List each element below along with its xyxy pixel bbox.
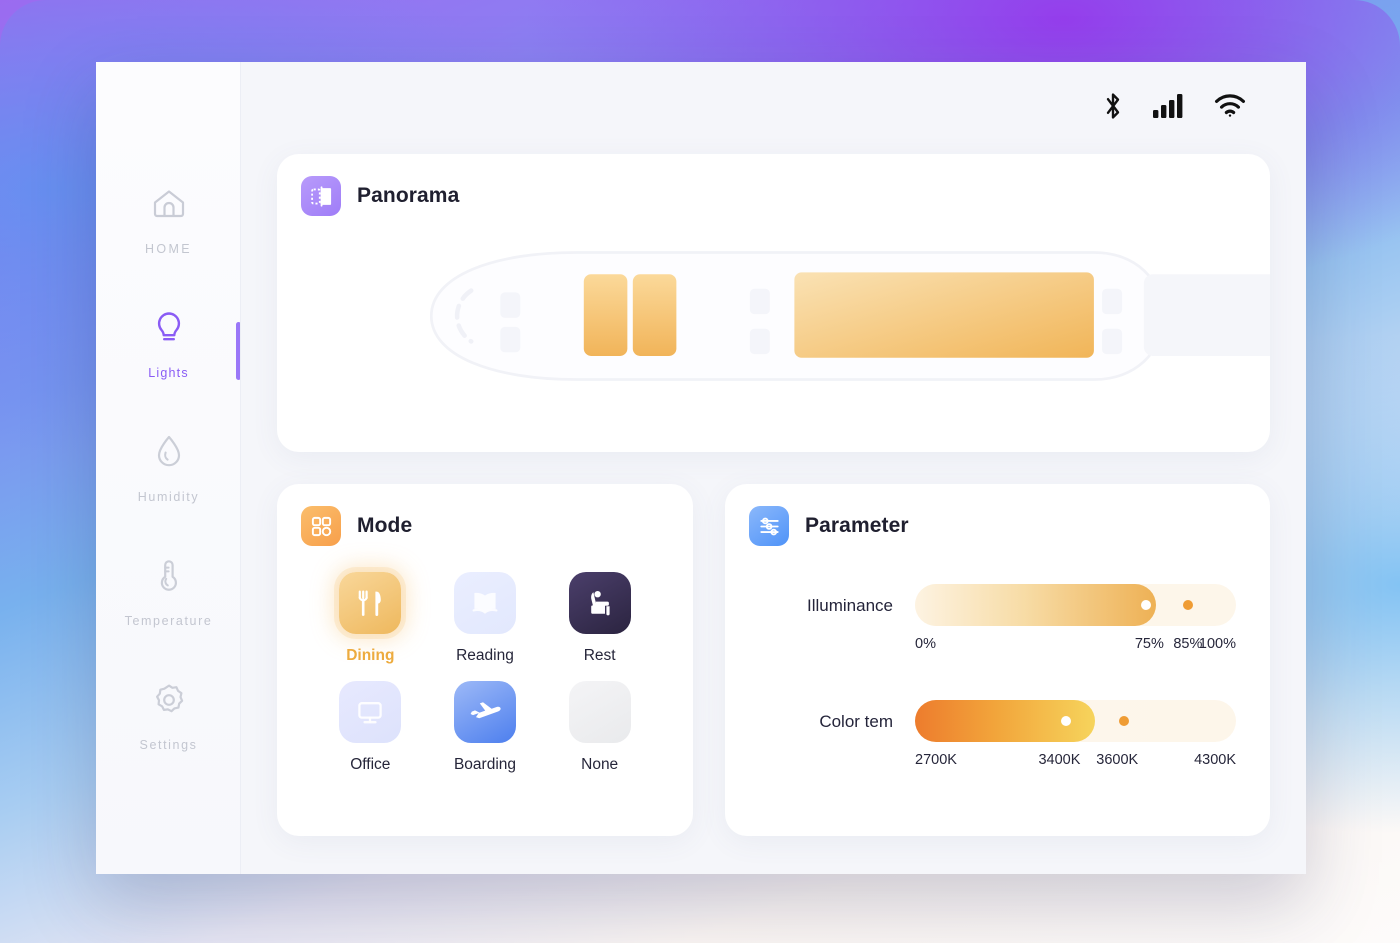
sidebar-item-humidity[interactable]: Humidity	[96, 428, 241, 552]
mode-item-none[interactable]: None	[542, 681, 657, 774]
gear-icon	[149, 676, 189, 724]
status-bar	[277, 62, 1270, 150]
sidebar-item-settings[interactable]: Settings	[96, 676, 241, 800]
parameter-card: Parameter Illuminance 0% 75% 85% 100% Co…	[725, 484, 1270, 836]
slider-label: Color tem	[819, 712, 893, 731]
mode-title: Mode	[357, 514, 413, 537]
panorama-card-header: Panorama	[277, 154, 1270, 216]
panorama-card: Panorama	[277, 154, 1306, 452]
slider-ticks: 0% 75% 85% 100%	[915, 636, 1236, 658]
parameter-card-header: Parameter	[725, 484, 1270, 546]
mode-card-header: Mode	[277, 484, 693, 546]
slider-tick: 100%	[1198, 636, 1236, 652]
sidebar-item-label: HOME	[144, 242, 193, 256]
cabin-zone-2	[632, 274, 677, 356]
mode-item-dining[interactable]: Dining	[313, 572, 428, 665]
parameter-title: Parameter	[805, 514, 909, 537]
slider-tick: 75%	[1134, 636, 1164, 652]
mode-grid: Dining Reading Rest Office Boarding None	[277, 546, 693, 774]
none-icon	[568, 681, 631, 743]
wifi-icon[interactable]	[1214, 93, 1246, 119]
slider-color-temperature: Color tem 2700K 3400K 3600K 4300K	[725, 700, 1270, 774]
grid-icon	[301, 506, 341, 546]
cabin-zone-3	[794, 272, 1094, 358]
bottom-row: Mode Dining Reading Rest Office Boarding…	[277, 484, 1270, 836]
mode-item-boarding[interactable]: Boarding	[428, 681, 543, 774]
mode-item-rest[interactable]: Rest	[542, 572, 657, 665]
cutlery-icon	[339, 572, 402, 634]
slider-ticks: 2700K 3400K 3600K 4300K	[915, 752, 1236, 774]
mode-card: Mode Dining Reading Rest Office Boarding…	[277, 484, 693, 836]
sidebar-item-label: Temperature	[124, 614, 213, 628]
slider-track[interactable]	[915, 584, 1236, 626]
sidebar-item-lights[interactable]: Lights	[96, 304, 241, 428]
mode-item-label: Dining	[346, 647, 395, 664]
slider-tick: 4300K	[1194, 752, 1236, 768]
slider-illuminance: Illuminance 0% 75% 85% 100%	[725, 584, 1270, 658]
home-icon	[150, 180, 188, 228]
monitor-icon	[339, 681, 402, 743]
mode-item-reading[interactable]: Reading	[428, 572, 543, 665]
cellular-signal-icon[interactable]	[1152, 93, 1186, 119]
slider-tick: 2700K	[915, 752, 957, 768]
seat-icon	[568, 572, 631, 634]
slider-thumb-secondary[interactable]	[1118, 716, 1129, 726]
bluetooth-icon[interactable]	[1102, 91, 1124, 121]
airplane-icon	[453, 681, 516, 743]
slider-thumb-primary[interactable]	[1060, 716, 1071, 726]
sidebar-item-label: Lights	[148, 366, 189, 380]
mode-item-label: None	[581, 756, 619, 773]
cabin-zone-1	[583, 274, 628, 356]
thermometer-icon	[150, 552, 188, 600]
sidebar-item-home[interactable]: HOME	[96, 180, 241, 304]
mode-item-label: Boarding	[453, 756, 517, 773]
book-icon	[453, 572, 516, 634]
bulb-icon	[150, 304, 188, 352]
sidebar-item-temperature[interactable]: Temperature	[96, 552, 241, 676]
cabin-zone-4	[1143, 274, 1306, 356]
slider-tick: 3400K	[1038, 752, 1081, 768]
mode-item-label: Rest	[583, 647, 616, 664]
main-content: Panorama Mode Dining Reading Rest Office…	[241, 62, 1306, 874]
parameter-body: Illuminance 0% 75% 85% 100% Color tem 27…	[725, 546, 1270, 774]
slider-tick: 3600K	[1096, 752, 1139, 768]
slider-thumb-secondary[interactable]	[1182, 600, 1193, 610]
slider-tick: 0%	[915, 636, 936, 652]
sidebar-item-label: Humidity	[137, 490, 200, 504]
cabin-diagram	[277, 210, 1306, 422]
sidebar-item-label: Settings	[139, 738, 198, 752]
sliders-icon	[749, 506, 789, 546]
sidebar: HOME Lights Humidity Temperature Setting…	[96, 62, 241, 874]
slider-thumb-primary[interactable]	[1141, 600, 1152, 610]
panorama-title: Panorama	[357, 184, 460, 207]
tablet-device-frame: HOME Lights Humidity Temperature Setting…	[96, 62, 1306, 874]
slider-label: Illuminance	[807, 596, 893, 615]
slider-track[interactable]	[915, 700, 1236, 742]
mode-item-label: Reading	[456, 647, 514, 664]
droplet-icon	[150, 428, 188, 476]
slider-fill	[915, 584, 1156, 626]
mode-item-office[interactable]: Office	[313, 681, 428, 774]
mode-item-label: Office	[350, 756, 391, 773]
